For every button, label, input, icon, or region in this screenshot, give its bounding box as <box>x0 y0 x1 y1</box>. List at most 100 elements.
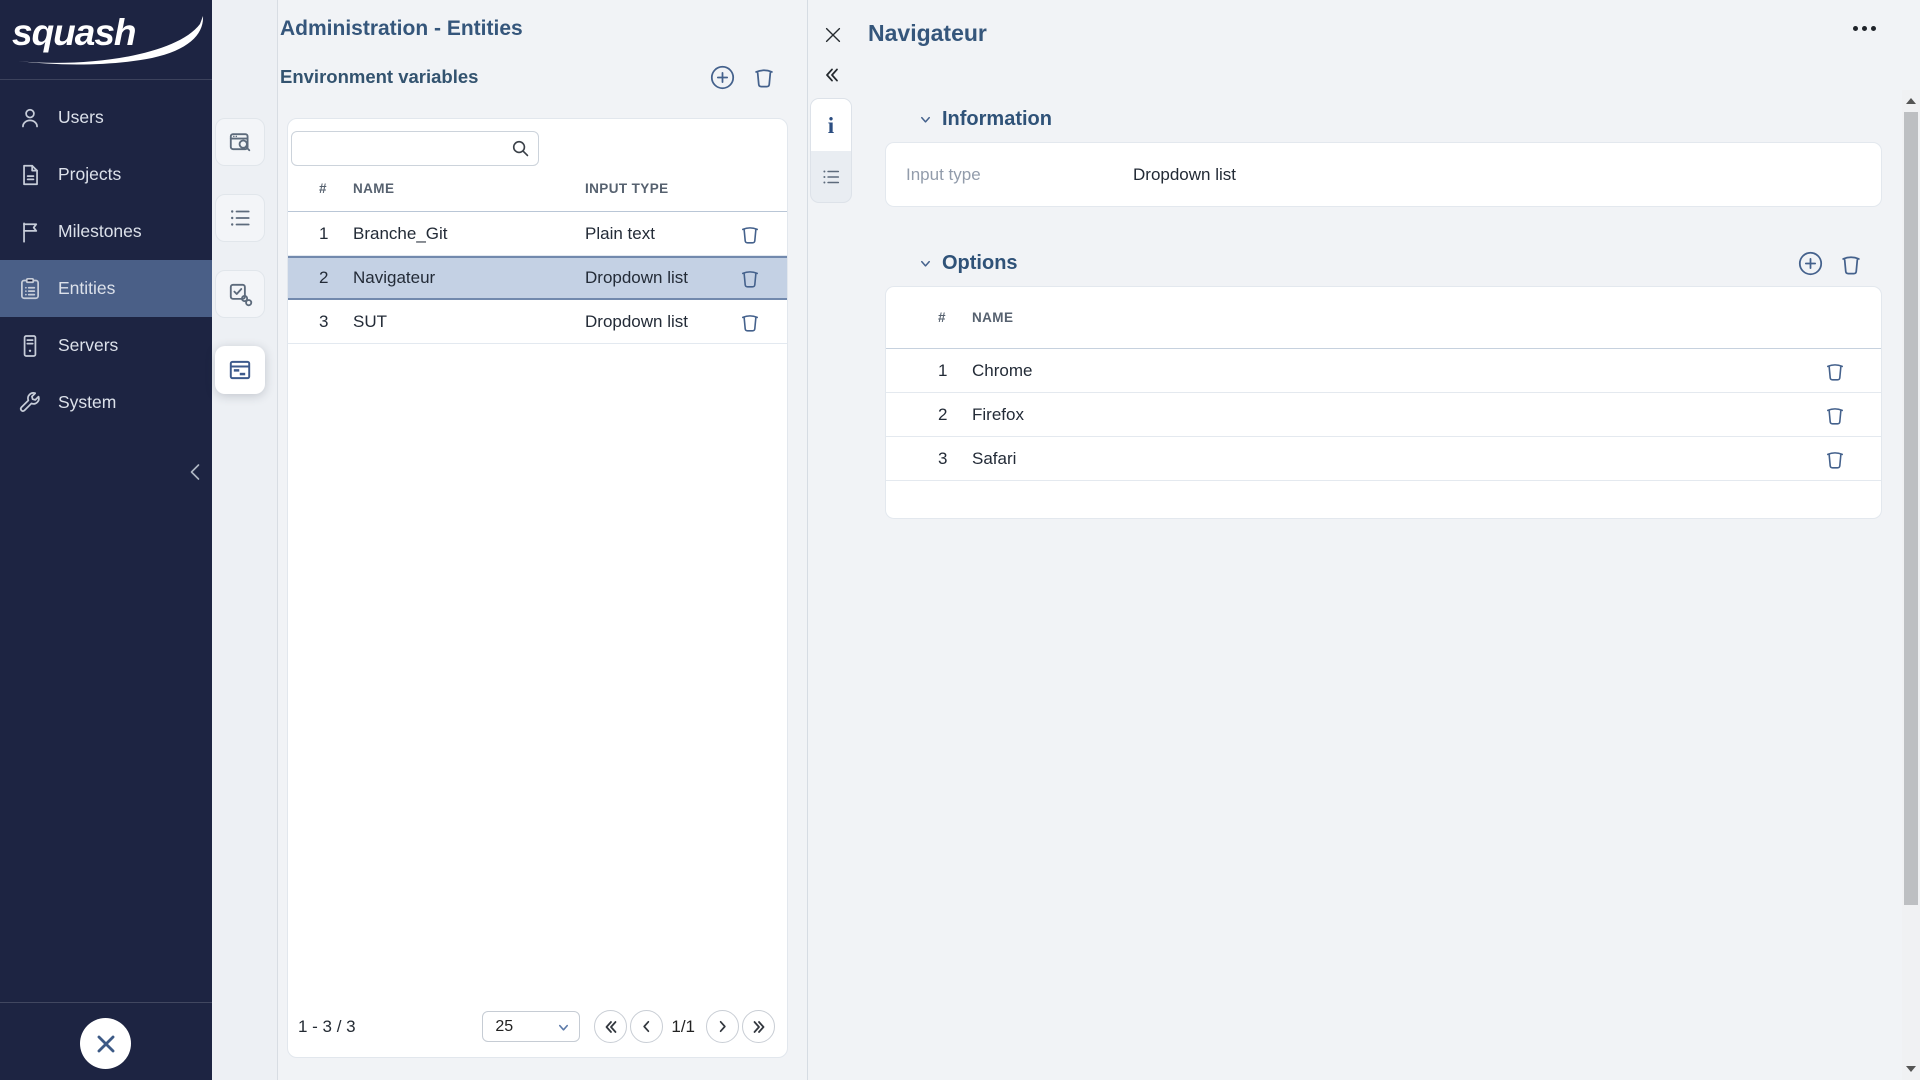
double-chevron-left-icon <box>822 65 842 85</box>
sidebar-item-servers[interactable]: Servers <box>0 317 212 374</box>
environment-history-button[interactable] <box>215 118 265 166</box>
flag-icon <box>17 219 43 245</box>
sidebar-close-button[interactable] <box>80 1018 131 1069</box>
sidebar-item-milestones[interactable]: Milestones <box>0 203 212 260</box>
row-num: 1 <box>319 224 353 244</box>
detail-collapse-button[interactable] <box>822 62 848 88</box>
row-name: Safari <box>972 449 1822 469</box>
information-section-header: Information <box>885 96 1882 142</box>
user-icon <box>17 105 43 131</box>
sidebar-item-label: Milestones <box>58 221 142 242</box>
scrollbar-thumb[interactable] <box>1904 112 1918 905</box>
sidebar-item-label: Users <box>58 107 104 128</box>
tab-information[interactable]: i <box>811 99 851 151</box>
triangle-down-icon <box>1906 1066 1916 1072</box>
delete-option-row-button[interactable] <box>1822 404 1848 426</box>
sidebar-item-projects[interactable]: Projects <box>0 146 212 203</box>
table-row[interactable]: 1 Branche_Git Plain text <box>288 212 787 256</box>
detail-tabstrip: i <box>810 98 852 203</box>
sidebar-collapse-button[interactable] <box>184 458 210 486</box>
search-field <box>291 131 539 166</box>
tab-options[interactable] <box>811 151 851 203</box>
trash-icon <box>739 223 761 245</box>
options-section-header: Options <box>885 241 1882 286</box>
double-chevron-right-icon <box>751 1019 767 1035</box>
sidebar-item-users[interactable]: Users <box>0 89 212 146</box>
lists-button[interactable] <box>215 194 265 242</box>
chevron-left-icon <box>639 1019 654 1034</box>
row-name: SUT <box>353 312 585 332</box>
search-icon <box>510 138 531 159</box>
previous-page-button[interactable] <box>630 1010 663 1043</box>
environment-variables-button[interactable] <box>215 346 265 394</box>
col-input-type: INPUT TYPE <box>585 181 737 196</box>
trash-icon <box>1839 252 1863 276</box>
input-type-value[interactable]: Dropdown list <box>1133 165 1236 185</box>
row-num: 2 <box>319 268 353 288</box>
option-row[interactable]: 1 Chrome <box>886 349 1881 393</box>
sidebar-item-label: System <box>58 392 116 413</box>
document-icon <box>17 162 43 188</box>
add-option-button[interactable] <box>1797 250 1824 277</box>
detail-close-button[interactable] <box>822 22 848 48</box>
server-icon <box>17 333 43 359</box>
option-row[interactable]: 2 Firefox <box>886 393 1881 437</box>
delete-option-button[interactable] <box>1839 252 1863 276</box>
sidebar-item-entities[interactable]: Entities <box>0 260 212 317</box>
next-page-button[interactable] <box>706 1010 739 1043</box>
pagination-bar: 1 - 3 / 3 25 1/1 <box>288 1010 787 1043</box>
trash-icon <box>752 65 776 89</box>
admin-icon-strip <box>212 0 278 1080</box>
chevron-right-icon <box>715 1019 730 1034</box>
search-input[interactable] <box>291 131 539 166</box>
row-input-type: Dropdown list <box>585 312 737 332</box>
chevron-down-icon[interactable] <box>918 112 933 127</box>
delete-variable-button[interactable] <box>752 65 776 89</box>
row-name: Firefox <box>972 405 1822 425</box>
page-size-value: 25 <box>495 1018 513 1036</box>
more-options-icon <box>1853 26 1858 31</box>
sidebar-menu: Users Projects Milestones Entities <box>0 79 212 431</box>
table-row[interactable]: 3 SUT Dropdown list <box>288 300 787 344</box>
row-num: 3 <box>319 312 353 332</box>
delete-option-row-button[interactable] <box>1822 360 1848 382</box>
section-header: Environment variables <box>280 62 790 92</box>
squash-admin-app: squash Users Projects Milestones <box>0 0 1920 1080</box>
linked-requirements-button[interactable] <box>215 270 265 318</box>
delete-row-button[interactable] <box>737 223 763 245</box>
chevron-down-icon[interactable] <box>918 256 933 271</box>
row-name: Branche_Git <box>353 224 585 244</box>
chevron-down-icon <box>557 1021 570 1034</box>
sidebar-item-system[interactable]: System <box>0 374 212 431</box>
scroll-down-button[interactable] <box>1902 1058 1920 1080</box>
checkbox-link-icon <box>227 281 253 307</box>
delete-option-row-button[interactable] <box>1822 448 1848 470</box>
row-name: Chrome <box>972 361 1822 381</box>
calendar-search-icon <box>227 129 253 155</box>
vertical-scrollbar[interactable] <box>1902 90 1920 1080</box>
detail-title: Navigateur <box>868 20 987 47</box>
row-input-type: Plain text <box>585 224 737 244</box>
delete-row-button[interactable] <box>737 311 763 333</box>
pagination-range: 1 - 3 / 3 <box>298 1017 356 1037</box>
logo-text: squash <box>12 12 136 54</box>
triangle-up-icon <box>1906 98 1916 104</box>
sidebar-item-label: Projects <box>58 164 121 185</box>
plus-circle-icon <box>709 64 736 91</box>
last-page-button[interactable] <box>742 1010 775 1043</box>
option-row[interactable]: 3 Safari <box>886 437 1881 481</box>
squash-logo[interactable]: squash <box>0 0 212 70</box>
add-variable-button[interactable] <box>709 64 736 91</box>
close-icon <box>822 24 844 46</box>
table-row-selected[interactable]: 2 Navigateur Dropdown list <box>288 256 787 300</box>
page-size-select[interactable]: 25 <box>482 1011 580 1042</box>
scroll-up-button[interactable] <box>1902 90 1920 112</box>
more-options-button[interactable] <box>1853 26 1876 31</box>
page-title: Administration - Entities <box>280 17 523 41</box>
page-indicator: 1/1 <box>671 1017 695 1037</box>
row-num: 3 <box>938 449 972 469</box>
first-page-button[interactable] <box>594 1010 627 1043</box>
wrench-icon <box>17 390 43 416</box>
panel-window-icon <box>227 357 253 383</box>
delete-row-button[interactable] <box>737 267 763 289</box>
